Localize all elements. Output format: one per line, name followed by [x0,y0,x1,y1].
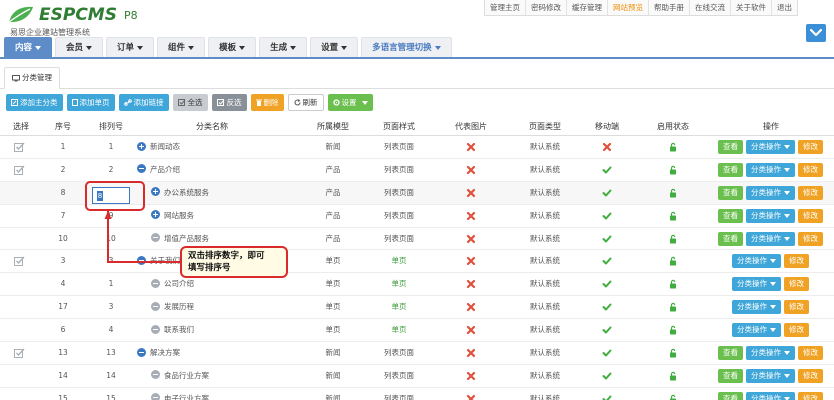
annotation-callout: 双击排序数字，即可 填写排序号 [180,246,288,278]
annotation-arrow [104,211,180,263]
